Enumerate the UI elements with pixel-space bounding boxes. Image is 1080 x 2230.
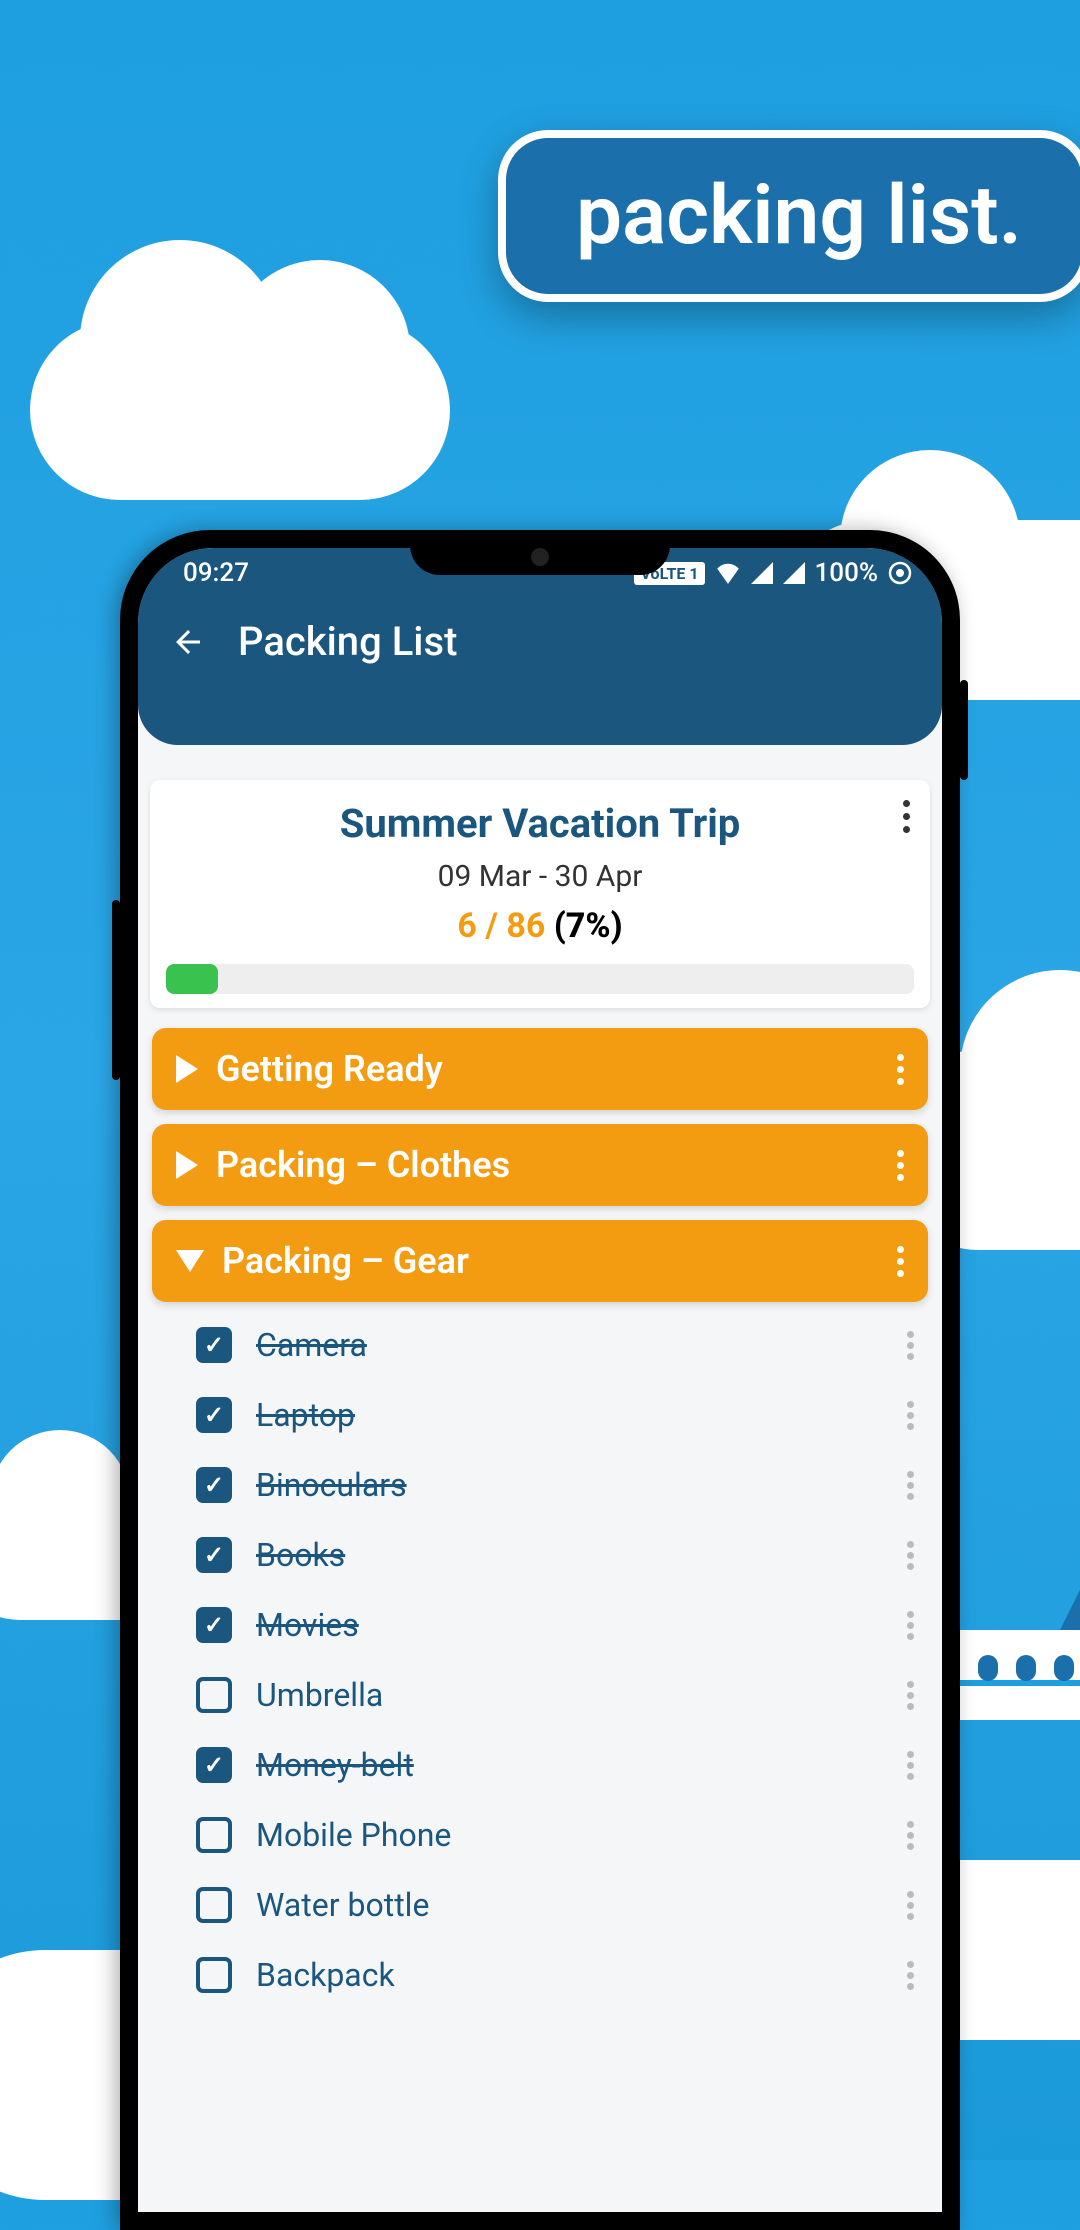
check-icon: ✓ (204, 1751, 224, 1779)
checkbox[interactable] (196, 1957, 232, 1993)
phone-frame: 09:27 VoLTE 1 100% Packing List (120, 530, 960, 2230)
item-menu-button[interactable] (907, 1821, 914, 1850)
item-label[interactable]: Binoculars (256, 1466, 883, 1504)
volume-button-deco (112, 900, 120, 1080)
category-menu-button[interactable] (897, 1150, 904, 1181)
checkbox[interactable]: ✓ (196, 1607, 232, 1643)
item-label[interactable]: Backpack (256, 1956, 883, 1994)
list-item: Backpack (152, 1940, 928, 2010)
list-item: ✓ Money-belt (152, 1730, 928, 1800)
item-menu-button[interactable] (907, 1541, 914, 1570)
trip-title: Summer Vacation Trip (166, 800, 914, 847)
trip-dates: 09 Mar - 30 Apr (166, 859, 914, 894)
screen: 09:27 VoLTE 1 100% Packing List (138, 548, 942, 2212)
progress-fill (166, 964, 218, 994)
app-bar-title: Packing List (238, 618, 457, 665)
battery-icon (888, 561, 912, 585)
item-list: ✓ Camera ✓ Laptop ✓ Binoculars ✓ Books (152, 1310, 928, 2010)
chevron-right-icon (176, 1151, 198, 1179)
list-item: ✓ Movies (152, 1590, 928, 1660)
category-packing-gear[interactable]: Packing – Gear (152, 1220, 928, 1302)
list-item: Umbrella (152, 1660, 928, 1730)
checkbox[interactable]: ✓ (196, 1327, 232, 1363)
power-button-deco (960, 680, 968, 780)
phone-notch (410, 530, 670, 575)
category-label: Getting Ready (216, 1048, 879, 1090)
item-menu-button[interactable] (907, 1681, 914, 1710)
item-label[interactable]: Books (256, 1536, 883, 1574)
checkbox[interactable]: ✓ (196, 1467, 232, 1503)
trip-menu-button[interactable] (903, 800, 910, 833)
signal-icon (751, 562, 773, 584)
item-menu-button[interactable] (907, 1961, 914, 1990)
item-label[interactable]: Mobile Phone (256, 1816, 883, 1854)
wifi-icon (715, 562, 741, 584)
item-label[interactable]: Movies (256, 1606, 883, 1644)
cloud-deco (30, 320, 450, 500)
item-label[interactable]: Camera (256, 1326, 883, 1364)
checkbox[interactable] (196, 1887, 232, 1923)
list-item: ✓ Books (152, 1520, 928, 1590)
progress-count: 6 / 86 (457, 906, 545, 946)
category-label: Packing – Gear (222, 1240, 879, 1282)
list-item: ✓ Camera (152, 1310, 928, 1380)
chevron-right-icon (176, 1055, 198, 1083)
trip-progress-text: 6 / 86 (7%) (166, 906, 914, 946)
list-item: Water bottle (152, 1870, 928, 1940)
check-icon: ✓ (204, 1541, 224, 1569)
checkbox[interactable]: ✓ (196, 1747, 232, 1783)
progress-bar (166, 964, 914, 994)
category-menu-button[interactable] (897, 1246, 904, 1277)
list-item: ✓ Laptop (152, 1380, 928, 1450)
back-button[interactable] (168, 622, 208, 662)
item-label[interactable]: Umbrella (256, 1676, 883, 1714)
progress-percent: (7%) (554, 906, 623, 946)
category-packing-clothes[interactable]: Packing – Clothes (152, 1124, 928, 1206)
signal-icon (783, 562, 805, 584)
content-area: Summer Vacation Trip 09 Mar - 30 Apr 6 /… (138, 780, 942, 2010)
item-menu-button[interactable] (907, 1611, 914, 1640)
list-item: ✓ Binoculars (152, 1450, 928, 1520)
item-menu-button[interactable] (907, 1401, 914, 1430)
banner-title: packing list. (498, 130, 1080, 302)
checkbox[interactable] (196, 1817, 232, 1853)
checkbox[interactable] (196, 1677, 232, 1713)
item-menu-button[interactable] (907, 1331, 914, 1360)
item-label[interactable]: Water bottle (256, 1886, 883, 1924)
chevron-down-icon (176, 1250, 204, 1272)
item-menu-button[interactable] (907, 1471, 914, 1500)
check-icon: ✓ (204, 1611, 224, 1639)
check-icon: ✓ (204, 1471, 224, 1499)
status-time: 09:27 (183, 558, 249, 588)
check-icon: ✓ (204, 1331, 224, 1359)
checkbox[interactable]: ✓ (196, 1397, 232, 1433)
item-label[interactable]: Laptop (256, 1396, 883, 1434)
app-bar: Packing List (138, 598, 942, 745)
checkbox[interactable]: ✓ (196, 1537, 232, 1573)
battery-text: 100% (815, 558, 878, 588)
item-menu-button[interactable] (907, 1891, 914, 1920)
category-getting-ready[interactable]: Getting Ready (152, 1028, 928, 1110)
item-label[interactable]: Money-belt (256, 1746, 883, 1784)
trip-summary-card: Summer Vacation Trip 09 Mar - 30 Apr 6 /… (150, 780, 930, 1008)
arrow-left-icon (170, 624, 206, 660)
list-item: Mobile Phone (152, 1800, 928, 1870)
category-label: Packing – Clothes (216, 1144, 879, 1186)
item-menu-button[interactable] (907, 1751, 914, 1780)
category-menu-button[interactable] (897, 1054, 904, 1085)
check-icon: ✓ (204, 1401, 224, 1429)
